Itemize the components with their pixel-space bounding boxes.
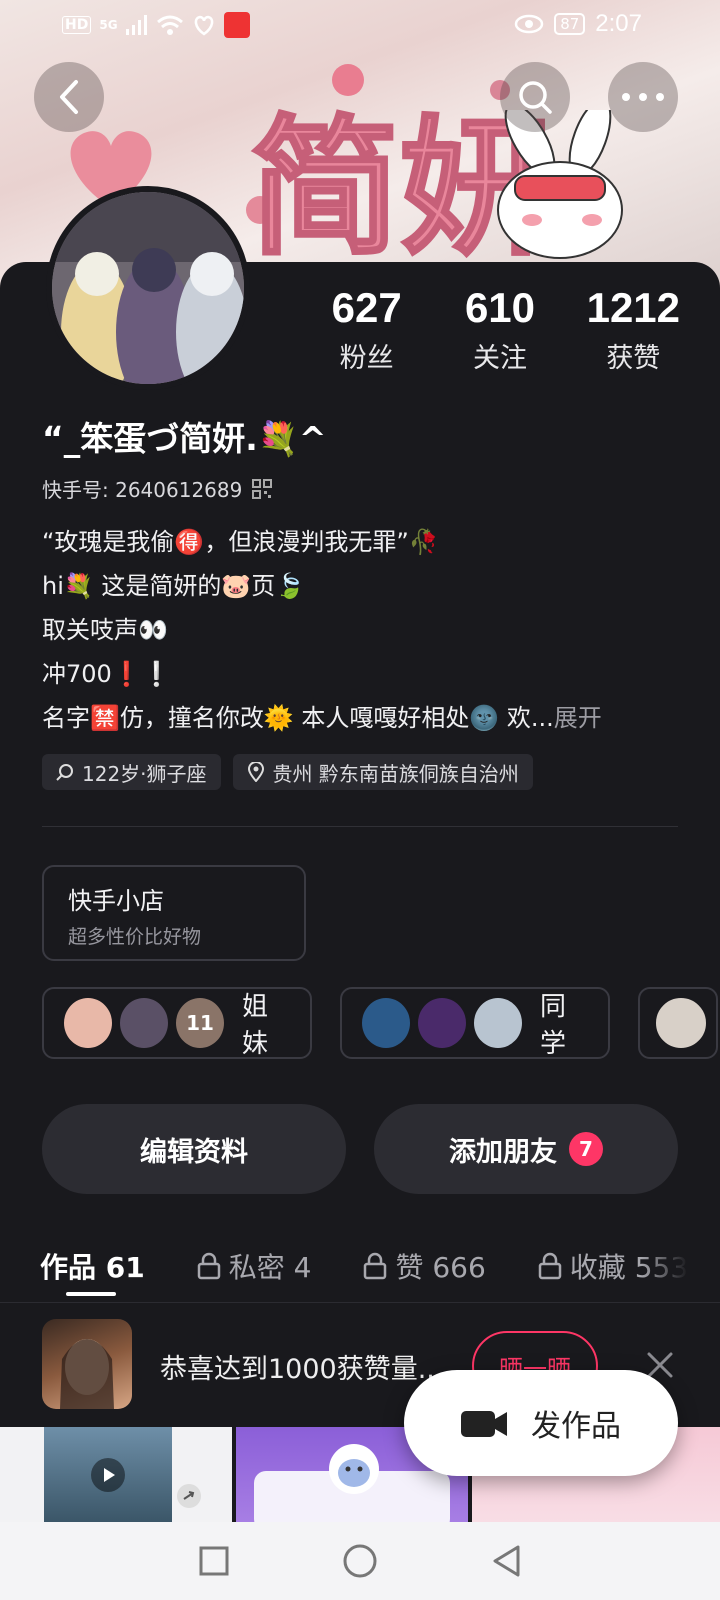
bio-line: hi💐 这是简妍的🐷页🍃 [42,572,306,600]
stat-following-value: 610 [464,284,536,331]
eye-icon [514,14,544,34]
tab-favorites[interactable]: 收藏 553 [538,1246,688,1286]
heart-status-icon [194,15,213,36]
friend-request-badge: 7 [569,1132,603,1166]
camera-icon [461,1411,507,1437]
shop-subtitle: 超多性价比好物 [68,926,202,948]
clock: 2:07 [595,10,642,37]
tab-private[interactable]: 私密 4 [197,1246,312,1286]
kuaishou-id-row[interactable]: 快手号: 2640612689 [42,474,273,503]
stat-likes-value: 1212 [586,284,681,331]
avatar [42,1319,132,1409]
avatar [416,996,469,1050]
status-bar: HD 5G 87 2:07 [0,0,720,48]
bio-expand-link[interactable]: 展开 [554,704,602,732]
friend-groups: 11 姐妹 同学 [42,987,718,1059]
group-count: 11 [174,996,227,1050]
shop-title: 快手小店 [68,887,164,915]
avatar [472,996,525,1050]
group-more[interactable] [638,987,718,1059]
share-icon [177,1484,201,1508]
tab-favorites-label: 收藏 553 [569,1251,689,1284]
content-tabs: 作品 61 私密 4 赞 666 收藏 553 [40,1236,720,1296]
search-icon [519,81,552,114]
bio-line: 名字🈲仿，撞名你改🌞 本人嘎嘎好相处🌚 欢... [42,704,554,732]
tag-age-zodiac[interactable]: 122岁·狮子座 [42,754,221,790]
post-work-button[interactable]: 发作品 [404,1370,678,1476]
wifi-icon [156,15,183,35]
profile-name: “_笨蛋づ简妍.💐^ [42,419,327,458]
stats-row: 627 粉丝 610 关注 1212 获赞 [300,286,700,375]
signal-bars-icon [125,15,147,35]
group-classmates[interactable]: 同学 [340,987,610,1059]
back-button[interactable] [34,62,104,132]
active-tab-indicator [66,1292,116,1296]
back-icon[interactable] [490,1544,522,1578]
tab-likes-label: 赞 666 [395,1251,486,1284]
stat-likes[interactable]: 1212 获赞 [567,286,700,375]
avatar [62,996,115,1050]
post-work-label: 发作品 [531,1409,621,1444]
avatar [118,996,171,1050]
profile-tags: 122岁·狮子座 贵州 黔东南苗族侗族自治州 [42,754,533,790]
search-button[interactable] [500,62,570,132]
stat-fans-label: 粉丝 [339,343,394,374]
work-thumbnail[interactable] [0,1427,232,1522]
tab-works-label: 作品 61 [40,1251,145,1284]
close-icon[interactable] [646,1351,674,1379]
group-label: 姐妹 [242,992,269,1059]
more-dots-icon [622,93,664,101]
bio: “玫瑰是我偷🉐，但浪漫判我无罪”🥀 hi💐 这是简妍的🐷页🍃 取关吱声👀 冲70… [42,520,682,740]
stat-following-label: 关注 [472,343,527,374]
stat-following[interactable]: 610 关注 [433,286,566,375]
edit-profile-label: 编辑资料 [140,1136,248,1168]
kuaishou-id: 快手号: 2640612689 [42,478,243,502]
hd-indicator: HD [62,16,92,34]
bio-line: 取关吱声👀 [42,616,168,644]
app-notification-icon [223,12,250,38]
avatar [360,996,413,1050]
system-nav-bar [0,1522,720,1600]
divider [42,826,678,827]
edit-profile-button[interactable]: 编辑资料 [42,1104,346,1194]
lock-icon [364,1252,387,1280]
tab-likes[interactable]: 赞 666 [363,1246,486,1286]
bunny-illustration [497,110,623,259]
stat-fans[interactable]: 627 粉丝 [300,286,433,375]
play-icon [91,1458,125,1492]
signal-icon: 5G [99,18,118,32]
more-options-button[interactable] [608,62,678,132]
avatar[interactable] [46,186,250,390]
search-icon [56,764,73,781]
location-icon [247,762,264,782]
avatar [654,996,708,1050]
bio-line: 冲700❗❕ [42,660,172,688]
lock-icon [538,1252,562,1280]
tag-location-label: 贵州 黔东南苗族侗族自治州 [272,761,519,786]
character-icon [329,1444,379,1494]
recent-apps-icon[interactable] [198,1545,230,1577]
bio-line: “玫瑰是我偷🉐，但浪漫判我无罪”🥀 [42,528,439,556]
kuaishou-shop-card[interactable]: 快手小店 超多性价比好物 [42,865,306,961]
tag-location[interactable]: 贵州 黔东南苗族侗族自治州 [232,754,533,790]
tab-private-label: 私密 4 [228,1251,312,1284]
group-label: 同学 [540,992,567,1059]
lock-icon [197,1252,220,1280]
avatar-photo [60,1339,114,1409]
bio-line-last: 名字🈲仿，撞名你改🌞 本人嘎嘎好相处🌚 欢...展开 [42,696,682,740]
add-friend-label: 添加朋友 [449,1136,557,1168]
group-sisters[interactable]: 11 姐妹 [42,987,312,1059]
home-icon[interactable] [342,1543,378,1579]
stat-fans-value: 627 [331,284,402,331]
achievement-text: 恭喜达到1000获赞量... [160,1354,444,1385]
tag-age-zodiac-label: 122岁·狮子座 [82,761,207,786]
chevron-left-icon [60,80,78,114]
qr-code-icon[interactable] [252,478,273,499]
battery-indicator: 87 [554,13,586,35]
tab-works[interactable]: 作品 61 [40,1246,145,1286]
add-friend-button[interactable]: 添加朋友 7 [374,1104,678,1194]
stat-likes-label: 获赞 [606,343,661,374]
